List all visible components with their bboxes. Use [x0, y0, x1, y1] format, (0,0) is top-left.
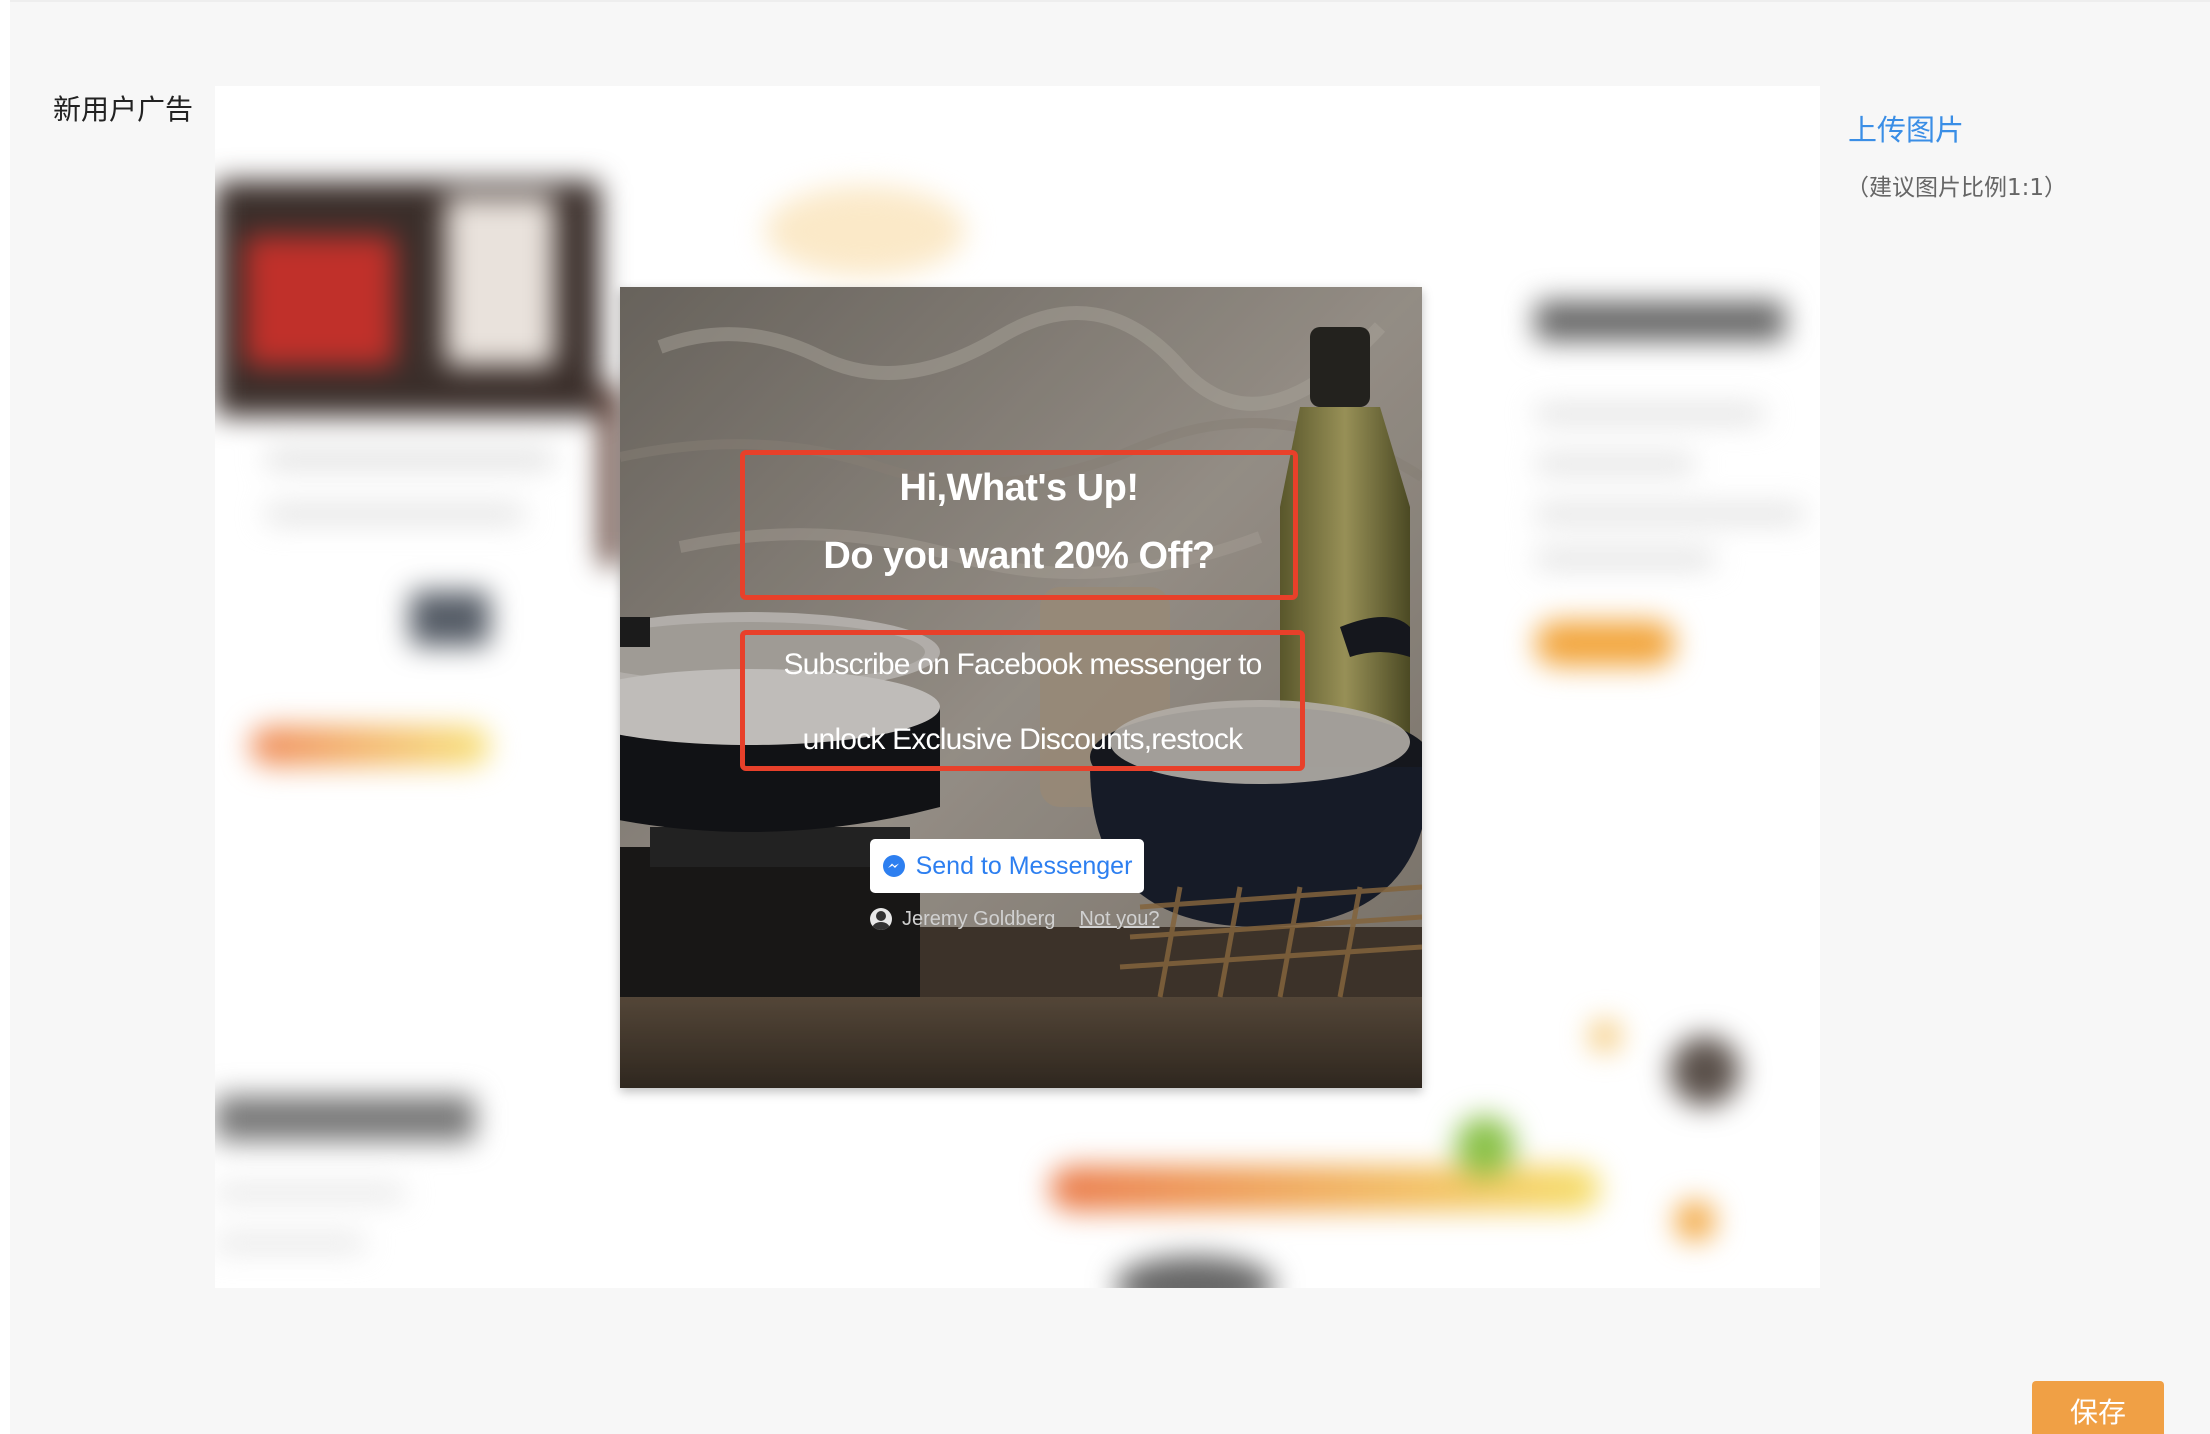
messenger-icon	[882, 855, 905, 877]
messenger-button-label: Send to Messenger	[915, 851, 1133, 880]
headline-highlight-box: Hi,What's Up! Do you want 20% Off?	[740, 450, 1298, 600]
headline-line-1: Hi,What's Up!	[899, 467, 1139, 509]
headline-line-2: Do you want 20% Off?	[823, 535, 1215, 577]
save-button[interactable]: 保存	[2032, 1381, 2164, 1434]
upload-image-link[interactable]: 上传图片	[1848, 107, 1964, 149]
ad-preview-canvas: Hi,What's Up! Do you want 20% Off? Subsc…	[215, 86, 1820, 1288]
user-avatar-icon	[870, 908, 892, 930]
subtext-highlight-box: Subscribe on Facebook messenger to unloc…	[740, 630, 1305, 771]
not-you-link[interactable]: Not you?	[1079, 908, 1159, 931]
upload-ratio-hint: （建议图片比例1:1）	[1846, 175, 2068, 201]
user-name: Jeremy Goldberg	[902, 907, 1056, 930]
top-divider	[10, 0, 2210, 2]
subtext-line-1: Subscribe on Facebook messenger to	[783, 648, 1262, 681]
page-container: 新用户广告 Hi,What's Up! Do you want 20% Off?…	[10, 0, 2210, 1434]
messenger-user-row: Jeremy Goldberg Not you?	[870, 899, 1159, 939]
section-label: 新用户广告	[53, 93, 194, 126]
send-to-messenger-button[interactable]: Send to Messenger	[870, 839, 1144, 893]
popup-ad-image: Hi,What's Up! Do you want 20% Off? Subsc…	[620, 287, 1422, 1088]
subtext-line-2: unlock Exclusive Discounts,restock	[802, 723, 1243, 756]
